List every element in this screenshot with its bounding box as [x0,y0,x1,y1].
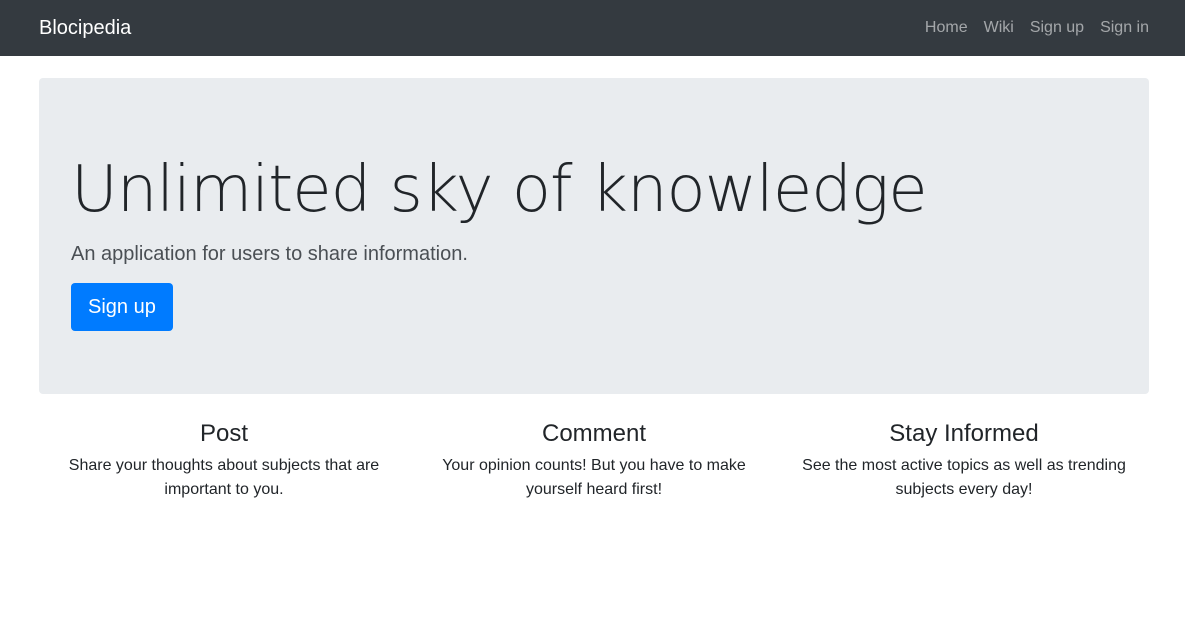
feature-text: See the most active topics as well as tr… [802,457,1126,498]
brand-link[interactable]: Blocipedia [39,17,131,40]
feature-stay-informed: Stay Informed See the most active topics… [779,418,1149,502]
nav-links: Home Wiki Sign up Sign in [925,19,1149,37]
feature-post: Post Share your thoughts about subjects … [39,418,409,502]
feature-title: Comment [541,420,647,447]
features-row: Post Share your thoughts about subjects … [39,418,1149,502]
nav-link-home[interactable]: Home [925,19,968,37]
hero-title: Unlimited sky of knowledge [71,153,928,227]
feature-title: Post [199,420,249,447]
hero-jumbotron: Unlimited sky of knowledge An applicatio… [39,78,1149,394]
nav-link-wiki[interactable]: Wiki [984,19,1014,37]
hero-lead: An application for users to share inform… [71,243,468,265]
hero-sign-up-button[interactable]: Sign up [71,283,173,331]
feature-comment: Comment Your opinion counts! But you hav… [409,418,779,502]
feature-text: Your opinion counts! But you have to mak… [442,457,746,498]
feature-title: Stay Informed [889,420,1039,447]
nav-link-sign-up[interactable]: Sign up [1030,19,1084,37]
nav-link-sign-in[interactable]: Sign in [1100,19,1149,37]
feature-text: Share your thoughts about subjects that … [68,457,380,498]
top-navbar: Blocipedia Home Wiki Sign up Sign in [0,0,1185,56]
